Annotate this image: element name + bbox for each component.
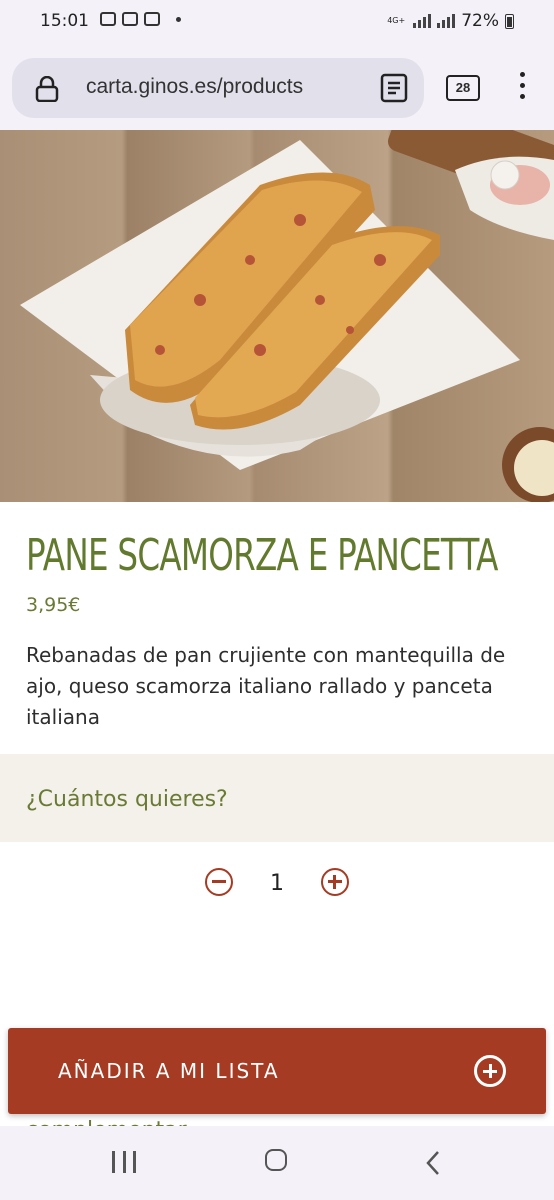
battery-percent: 72%	[461, 11, 499, 31]
url-text[interactable]: carta.ginos.es/products	[86, 75, 303, 99]
reader-mode-icon[interactable]	[380, 73, 408, 103]
add-to-list-label: AÑADIR A MI LISTA	[58, 1059, 280, 1083]
add-to-list-button[interactable]: AÑADIR A MI LISTA	[8, 1028, 546, 1114]
signal-icon	[437, 14, 456, 28]
recents-icon[interactable]	[112, 1151, 136, 1173]
address-bar[interactable]: carta.ginos.es/products	[12, 58, 424, 118]
minus-icon[interactable]	[205, 868, 233, 896]
tabs-icon[interactable]: 28	[446, 75, 480, 101]
product-title: PANE SCAMORZA E PANCETTA	[26, 530, 498, 581]
quantity-value: 1	[270, 871, 284, 896]
instagram-icon	[100, 12, 116, 26]
system-nav-bar	[0, 1126, 554, 1200]
status-indicators: 4G+ 72%	[387, 11, 514, 31]
product-description: Rebanadas de pan crujiente con mantequil…	[26, 643, 506, 729]
quantity-stepper: 1	[200, 866, 360, 902]
network-type: 4G+	[387, 16, 406, 25]
dot-icon	[176, 16, 181, 22]
status-time: 15:01	[40, 11, 89, 31]
lock-icon[interactable]	[34, 76, 60, 102]
status-bar: 15:01 4G+ 72%	[0, 0, 554, 44]
menu-icon[interactable]	[520, 72, 528, 105]
message-icon	[122, 12, 138, 26]
quantity-label: ¿Cuántos quieres?	[26, 787, 228, 812]
message-icon	[144, 12, 160, 26]
product-price: 3,95€	[26, 594, 81, 616]
battery-icon	[505, 13, 514, 29]
notification-icons	[100, 12, 181, 26]
signal-icon	[413, 14, 432, 28]
add-circle-icon	[474, 1055, 506, 1087]
plus-icon[interactable]	[321, 868, 349, 896]
quantity-section: ¿Cuántos quieres?	[0, 754, 554, 842]
back-icon[interactable]	[425, 1150, 441, 1176]
home-icon[interactable]	[265, 1149, 287, 1171]
browser-toolbar: carta.ginos.es/products 28	[0, 44, 554, 130]
product-photo	[0, 130, 554, 502]
